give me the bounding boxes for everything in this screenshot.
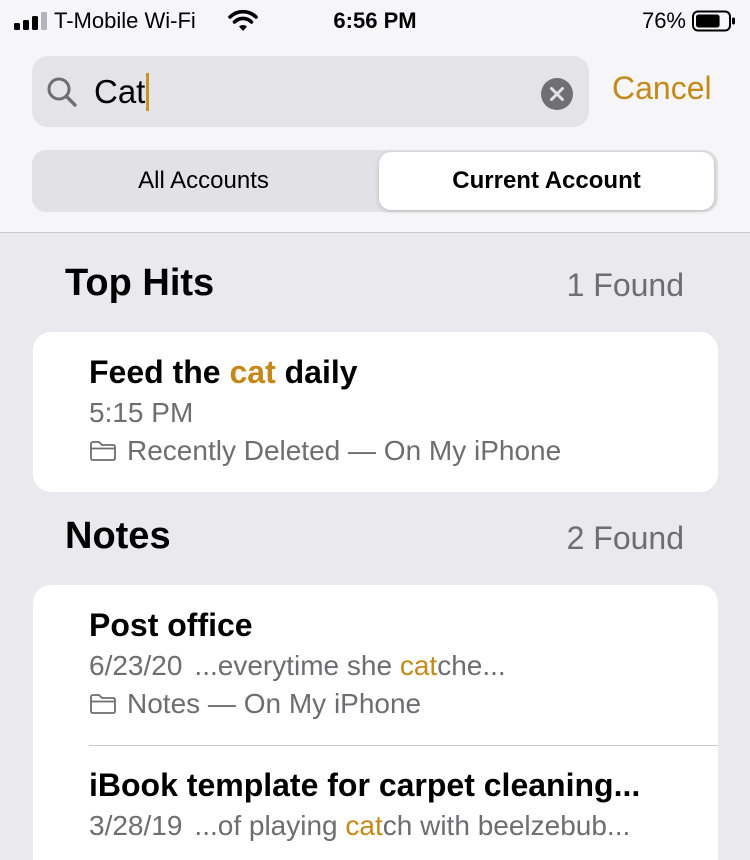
- search-query: Cat: [94, 73, 146, 110]
- list-item[interactable]: iBook template for carpet cleaning... 3/…: [89, 767, 694, 842]
- note-title: iBook template for carpet cleaning...: [89, 767, 641, 803]
- top-hits-card: Feed the cat daily 5:15 PM Recently Dele…: [33, 332, 718, 492]
- note-snippet: ch with beelzebub...: [382, 810, 631, 841]
- list-item[interactable]: Post office 6/23/20 ...everytime she catc…: [89, 607, 694, 720]
- row-separator: [89, 745, 718, 746]
- note-location: Recently Deleted — On My iPhone: [89, 435, 694, 467]
- note-date: 6/23/20: [89, 650, 183, 681]
- note-location-text: Notes — On My iPhone: [127, 688, 422, 719]
- search-match-highlight: cat: [399, 650, 438, 681]
- segment-current-account[interactable]: Current Account: [379, 152, 714, 210]
- note-date: 5:15 PM: [89, 397, 194, 428]
- cancel-button[interactable]: Cancel: [612, 70, 712, 107]
- note-snippet: ...everytime she: [194, 650, 400, 681]
- note-date: 3/28/19: [89, 810, 183, 841]
- list-item[interactable]: Feed the cat daily 5:15 PM Recently Dele…: [89, 354, 694, 467]
- segment-all-accounts[interactable]: All Accounts: [32, 150, 375, 212]
- note-meta: 6/23/20 ...everytime she catche...: [89, 650, 694, 682]
- notes-card: Post office 6/23/20 ...everytime she catc…: [33, 585, 718, 860]
- section-title-top-hits: Top Hits: [65, 262, 215, 304]
- status-time: 6:56 PM: [333, 8, 417, 33]
- text-cursor: [146, 73, 150, 112]
- section-title-notes: Notes: [65, 515, 171, 557]
- account-scope-segmented-control: All Accounts Current Account: [32, 150, 718, 212]
- search-input[interactable]: Cat: [94, 70, 150, 114]
- battery-percent: 76%: [641, 8, 686, 33]
- note-snippet: che...: [437, 650, 506, 681]
- clear-search-button[interactable]: [541, 78, 573, 110]
- note-meta: 3/28/19 ...of playing catch with beelzebu…: [89, 810, 694, 842]
- status-bar: T-Mobile Wi-Fi 6:56 PM 76%: [0, 0, 750, 44]
- note-title: Feed the cat daily: [89, 354, 694, 391]
- note-title-text: Feed the: [89, 354, 230, 390]
- folder-icon: [90, 694, 116, 714]
- note-title: Post office: [89, 607, 253, 643]
- battery-icon: [692, 10, 735, 32]
- search-field[interactable]: Cat: [32, 56, 589, 127]
- search-match-highlight: cat: [229, 354, 276, 390]
- search-header: T-Mobile Wi-Fi 6:56 PM 76% Cat Cancel Al…: [0, 0, 750, 233]
- search-match-highlight: cat: [345, 810, 383, 841]
- top-hits-count: 1 Found: [566, 267, 684, 303]
- note-location: Notes — On My iPhone: [89, 688, 694, 720]
- note-snippet: ...of playing: [194, 810, 346, 841]
- note-location-text: Recently Deleted — On My iPhone: [127, 435, 562, 466]
- search-icon: [47, 77, 77, 107]
- xmark-circle-icon: [550, 87, 564, 101]
- notes-count: 2 Found: [566, 520, 684, 556]
- note-title-text: daily: [275, 354, 358, 390]
- folder-icon: [90, 441, 116, 461]
